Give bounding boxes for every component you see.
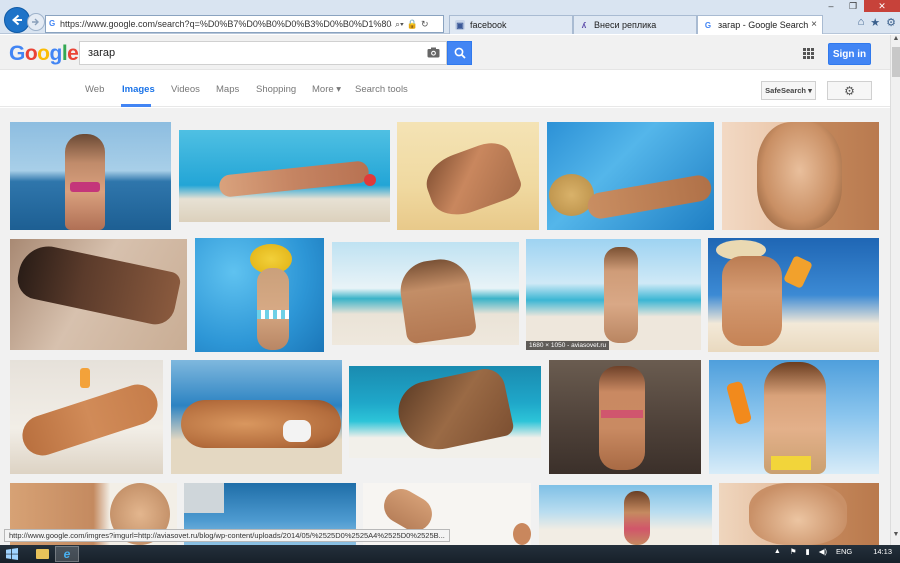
close-tab-icon[interactable]: × [811, 19, 817, 30]
gear-icon: ⚙ [844, 83, 855, 98]
image-result[interactable] [709, 360, 879, 474]
tab-facebook[interactable]: ▣ facebook [449, 15, 573, 34]
logo-letter: o [37, 42, 50, 65]
lock-icon[interactable]: 🔒 [407, 19, 418, 30]
image-result[interactable] [549, 360, 701, 474]
volume-icon[interactable]: ◀) [819, 547, 827, 556]
gear-icon[interactable]: ⚙ [886, 16, 896, 29]
window-controls: – ❐ ✕ [820, 0, 900, 12]
image-results-grid: 1680 × 1050 - aviasovet.ru [0, 108, 890, 545]
tab-label: загар - Google Search [718, 20, 809, 30]
search-button[interactable] [447, 41, 472, 65]
image-result[interactable] [547, 122, 714, 230]
network-icon[interactable]: ▮ [806, 547, 810, 556]
show-hidden-icons-icon[interactable]: ▲ [774, 548, 781, 555]
status-bar-url: http://www.google.com/imgres?imgurl=http… [4, 529, 450, 542]
internet-explorer-button[interactable]: e [55, 546, 79, 562]
google-header: Google Sign in [0, 35, 890, 70]
image-result[interactable] [708, 238, 879, 352]
address-bar[interactable]: G https://www.google.com/search?q=%D0%B7… [45, 15, 444, 33]
tab-images[interactable]: Images [122, 84, 155, 95]
image-result[interactable] [397, 122, 539, 230]
search-tools-button[interactable]: Search tools [355, 84, 408, 95]
tab-more[interactable]: More ▾ [312, 84, 341, 95]
page-scrollbar[interactable]: ▲ ▼ [890, 35, 900, 545]
language-indicator[interactable]: ENG [836, 547, 852, 556]
image-result[interactable] [171, 360, 342, 474]
image-result[interactable] [10, 122, 171, 230]
search-box[interactable] [79, 41, 447, 65]
image-result[interactable] [10, 360, 163, 474]
camera-icon[interactable] [427, 47, 440, 58]
apps-grid-icon[interactable] [803, 48, 814, 59]
ie-command-icons: ⌂ ★ ⚙ [858, 16, 896, 29]
search-input[interactable] [88, 47, 418, 59]
home-icon[interactable]: ⌂ [858, 16, 865, 29]
windows-start-icon[interactable] [6, 548, 18, 560]
restore-button[interactable]: ❐ [842, 0, 864, 12]
clock[interactable]: 14:13 [873, 547, 892, 556]
logo-letter: o [24, 42, 38, 65]
image-result[interactable] [10, 239, 187, 350]
folder-icon [35, 549, 49, 559]
image-result[interactable] [349, 366, 541, 458]
logo-letter: e [67, 42, 79, 65]
system-tray: ▲ ⚑ ▮ ◀) ENG 14:13 [774, 547, 892, 556]
tab-google-search[interactable]: G загар - Google Search × [697, 15, 823, 34]
file-explorer-button[interactable] [30, 546, 54, 562]
image-result[interactable]: 1680 × 1050 - aviasovet.ru [526, 239, 701, 350]
refresh-icon[interactable]: ↻ [421, 19, 429, 30]
internet-explorer-icon: e [63, 547, 71, 561]
facebook-icon: ▣ [455, 20, 465, 30]
image-hover-caption: 1680 × 1050 - aviasovet.ru [526, 341, 610, 350]
scroll-down-icon[interactable]: ▼ [891, 531, 900, 541]
image-result[interactable] [332, 242, 519, 345]
google-logo[interactable]: Google [9, 42, 79, 66]
browser-window: G https://www.google.com/search?q=%D0%B7… [0, 0, 900, 563]
search-dropdown-icon[interactable]: ⌕▾ [395, 19, 404, 30]
google-icon: G [704, 20, 712, 30]
back-arrow-icon [12, 14, 22, 26]
forward-button[interactable] [27, 13, 45, 31]
tab-label: facebook [470, 20, 507, 30]
tab-vnesi-replika[interactable]: ʎ Внеси реплика [573, 15, 697, 34]
google-favicon-icon: G [49, 19, 56, 28]
active-tab-indicator [121, 104, 151, 107]
tab-web[interactable]: Web [85, 84, 104, 95]
tab-shopping[interactable]: Shopping [256, 84, 296, 95]
sign-in-button[interactable]: Sign in [828, 43, 871, 65]
action-center-flag-icon[interactable]: ⚑ [790, 547, 797, 556]
minimize-button[interactable]: – [820, 0, 842, 12]
page-icon: ʎ [581, 20, 587, 30]
scrollbar-thumb[interactable] [892, 47, 900, 77]
close-window-button[interactable]: ✕ [864, 0, 900, 12]
logo-letter: g [49, 42, 63, 65]
scroll-up-icon[interactable]: ▲ [891, 35, 900, 45]
forward-arrow-icon [32, 18, 39, 26]
logo-letter: G [9, 42, 25, 65]
image-result[interactable] [179, 130, 390, 222]
favorites-star-icon[interactable]: ★ [870, 16, 880, 29]
image-result[interactable] [195, 238, 324, 352]
image-result[interactable] [719, 483, 879, 545]
tab-videos[interactable]: Videos [171, 84, 200, 95]
image-result[interactable] [539, 485, 712, 545]
tab-maps[interactable]: Maps [216, 84, 239, 95]
url-text[interactable]: https://www.google.com/search?q=%D0%B7%D… [60, 19, 392, 29]
tab-label: Внеси реплика [594, 20, 657, 30]
settings-button[interactable]: ⚙ [827, 81, 872, 100]
safesearch-dropdown[interactable]: SafeSearch ▾ [761, 81, 816, 100]
browser-toolbar: G https://www.google.com/search?q=%D0%B7… [0, 0, 900, 34]
image-result[interactable] [722, 122, 879, 230]
search-tabs: Web Images Videos Maps Shopping More ▾ S… [0, 71, 890, 107]
windows-taskbar: e ▲ ⚑ ▮ ◀) ENG 14:13 [0, 545, 900, 563]
search-icon [454, 47, 466, 59]
